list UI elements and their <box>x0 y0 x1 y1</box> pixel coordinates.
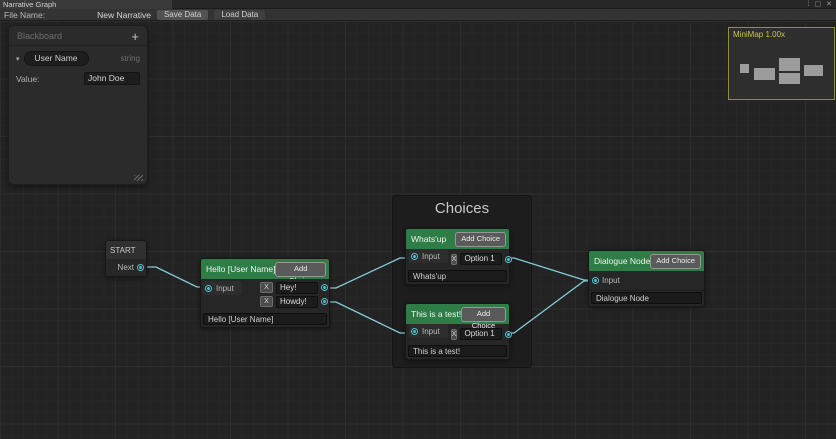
test-choice1-field[interactable]: Option 1 <box>460 328 503 340</box>
dialogue-node-header: Dialogue Node Add Choice <box>589 251 704 271</box>
hello-choice1-remove-button[interactable]: X <box>260 282 273 293</box>
test-input-port[interactable] <box>411 327 418 335</box>
add-property-icon[interactable]: + <box>131 30 139 43</box>
graph-toolbar: File Name: New Narrative Save Data Load … <box>0 9 836 21</box>
hello-input-port[interactable] <box>205 284 212 292</box>
whatsup-node-title: Whats'up <box>411 234 447 244</box>
edge-whatsup-to-dialogue[interactable] <box>503 257 593 281</box>
test-input-label: Input <box>422 326 440 336</box>
save-data-button[interactable]: Save Data <box>156 9 209 20</box>
value-label: Value: <box>16 73 40 84</box>
minimap-node <box>804 65 823 76</box>
dialogue-input-label: Input <box>602 276 620 285</box>
start-next-output-port[interactable] <box>137 264 144 271</box>
whatsup-input-port[interactable] <box>411 252 418 260</box>
whatsup-choice1-remove-button[interactable]: X <box>450 253 458 265</box>
whatsup-node-header: Whats'up Add Choice <box>406 229 509 249</box>
chevron-down-icon[interactable]: ▾ <box>16 55 20 63</box>
narrative-graph-window: Narrative Graph ⁞ ▢ ✕ File Name: New Nar… <box>0 0 836 439</box>
hello-node-body: Input X Hey! X Howdy! <box>201 279 329 312</box>
dialogue-add-choice-button[interactable]: Add Choice <box>650 253 701 269</box>
minimap-title: MiniMap 1.00x <box>733 30 786 39</box>
test-add-choice-button[interactable]: Add Choice <box>461 306 506 330</box>
edge-test-to-dialogue[interactable] <box>503 280 593 334</box>
blackboard-header: Blackboard + <box>9 26 147 46</box>
whatsup-input-label: Input <box>422 251 440 261</box>
file-name-label: File Name: <box>4 9 46 20</box>
test-input-container: Input <box>409 324 448 338</box>
start-node-title: START <box>110 245 136 255</box>
title-bar: Narrative Graph ⁞ ▢ ✕ <box>0 0 836 9</box>
property-name-pill[interactable]: User Name <box>23 51 89 66</box>
window-title: Narrative Graph <box>3 0 57 9</box>
test-dialogue-text-field[interactable]: This is a test! <box>408 345 507 357</box>
graph-canvas[interactable]: Choices START Next Hello [User Name] Add <box>0 21 836 439</box>
test-node-title: This is a test! <box>411 309 462 319</box>
minimap-node <box>754 68 775 80</box>
close-icon[interactable]: ✕ <box>826 0 832 9</box>
file-name-input[interactable]: New Narrative <box>97 10 151 20</box>
maximize-icon[interactable]: ▢ <box>815 0 822 9</box>
dialogue-node-body: Input <box>589 271 704 291</box>
edge-hey-to-whatsup[interactable] <box>326 257 410 289</box>
hello-choice1-field[interactable]: Hey! <box>276 281 318 294</box>
hello-node-title: Hello [User Name] <box>206 264 276 274</box>
dialogue-node[interactable]: Dialogue Node Add Choice Input Dialogue … <box>588 250 705 307</box>
window-controls: ⁞ ▢ ✕ <box>808 0 832 9</box>
start-node-header: START <box>106 241 146 259</box>
minimap-node <box>779 58 800 71</box>
minimap[interactable]: MiniMap 1.00x <box>728 27 835 100</box>
edge-howdy-to-test[interactable] <box>326 301 410 334</box>
hello-node[interactable]: Hello [User Name] Add Choice Input X Hey… <box>200 258 330 328</box>
kebab-menu-icon[interactable]: ⁞ <box>808 0 810 9</box>
hello-add-choice-button[interactable]: Add Choice <box>275 261 326 285</box>
dialogue-input-port[interactable] <box>592 277 599 284</box>
next-output-label: Next <box>117 263 134 272</box>
test-node[interactable]: This is a test! Add Choice Input X Optio… <box>405 303 513 360</box>
dialogue-text-field[interactable]: Dialogue Node <box>591 292 702 304</box>
window-tab[interactable]: Narrative Graph <box>0 0 172 9</box>
whatsup-node-body: Input X Option 1 <box>406 249 513 269</box>
hello-choice2-output-port[interactable] <box>321 298 328 305</box>
hello-input-label: Input <box>216 283 234 293</box>
hello-choice1-output-port[interactable] <box>321 284 328 291</box>
whatsup-add-choice-button[interactable]: Add Choice <box>455 231 506 247</box>
hello-choice2-field[interactable]: Howdy! <box>276 295 318 308</box>
test-node-header: This is a test! Add Choice <box>406 304 509 330</box>
start-node-body: Next <box>106 259 146 276</box>
blackboard-title: Blackboard <box>17 31 63 41</box>
blackboard-panel[interactable]: Blackboard + ▾ User Name string Value: J… <box>8 25 148 185</box>
blackboard-value-row: Value: John Doe <box>9 69 147 88</box>
hello-choices: X Hey! X Howdy! <box>260 279 329 312</box>
whatsup-dialogue-text-field[interactable]: Whats'up <box>408 270 507 282</box>
property-type-label: string <box>120 54 140 63</box>
edge-start-to-hello[interactable] <box>143 266 206 288</box>
whatsup-choice1-field[interactable]: Option 1 <box>460 253 503 265</box>
hello-input-container: Input <box>203 281 242 295</box>
hello-choice-row-2: X Howdy! <box>260 295 328 308</box>
blackboard-property-row: ▾ User Name string <box>9 46 147 69</box>
hello-choice-row-1: X Hey! <box>260 281 328 294</box>
resize-grip-icon[interactable] <box>134 175 143 181</box>
start-node[interactable]: START Next <box>105 240 147 277</box>
property-value-field[interactable]: John Doe <box>84 72 140 85</box>
whatsup-node[interactable]: Whats'up Add Choice Input X Option 1 Wha… <box>405 228 513 285</box>
dialogue-node-title: Dialogue Node <box>594 256 651 266</box>
test-choice1-remove-button[interactable]: X <box>450 328 458 340</box>
hello-node-header: Hello [User Name] Add Choice <box>201 259 329 285</box>
hello-choice2-remove-button[interactable]: X <box>260 296 273 307</box>
hello-dialogue-text-field[interactable]: Hello [User Name] <box>203 313 327 325</box>
minimap-node <box>779 73 800 84</box>
minimap-node <box>740 64 749 73</box>
load-data-button[interactable]: Load Data <box>214 9 266 20</box>
whatsup-input-container: Input <box>409 249 448 263</box>
